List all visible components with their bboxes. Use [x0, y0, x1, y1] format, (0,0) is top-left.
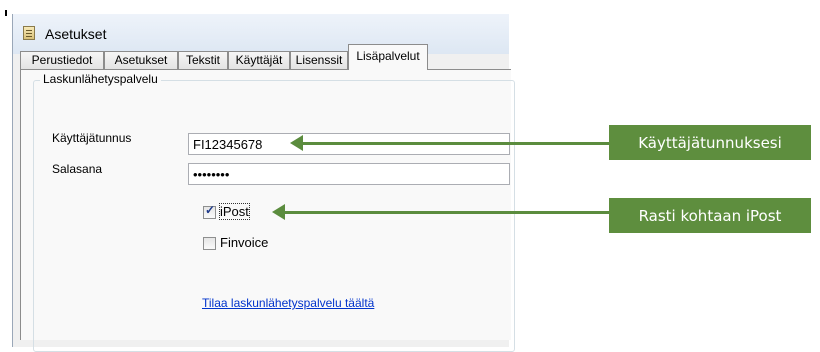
ipost-checkbox[interactable]: ✓: [203, 203, 216, 219]
password-field[interactable]: [188, 163, 510, 185]
checkmark-icon: ✓: [205, 203, 216, 217]
tab-lisapalvelut[interactable]: Lisäpalvelut: [348, 44, 428, 70]
tab-kayttajat[interactable]: Käyttäjät: [228, 51, 290, 69]
tab-lisenssit[interactable]: Lisenssit: [290, 51, 348, 69]
finvoice-label[interactable]: Finvoice: [220, 235, 268, 250]
tab-tekstit[interactable]: Tekstit: [178, 51, 228, 69]
username-label: Käyttäjätunnus: [52, 131, 132, 145]
window-title: Asetukset: [45, 26, 107, 42]
ipost-label[interactable]: iPost: [219, 203, 250, 220]
callout-ipost: Rasti kohtaan iPost: [609, 198, 811, 233]
callout-username-line: [300, 142, 610, 145]
group-title: Laskunlähetyspalvelu: [40, 72, 161, 86]
app-icon: [23, 26, 35, 40]
finvoice-checkbox[interactable]: [203, 237, 216, 250]
tab-asetukset[interactable]: Asetukset: [104, 51, 178, 69]
title-bar: Asetukset: [13, 14, 509, 54]
tab-perustiedot[interactable]: Perustiedot: [20, 51, 104, 69]
password-label: Salasana: [52, 162, 103, 176]
callout-ipost-line: [282, 211, 610, 214]
order-service-link[interactable]: Tilaa laskunlähetyspalvelu täältä: [202, 296, 374, 310]
window-corner-mark: [5, 10, 7, 16]
callout-username: Käyttäjätunnuksesi: [609, 125, 811, 160]
